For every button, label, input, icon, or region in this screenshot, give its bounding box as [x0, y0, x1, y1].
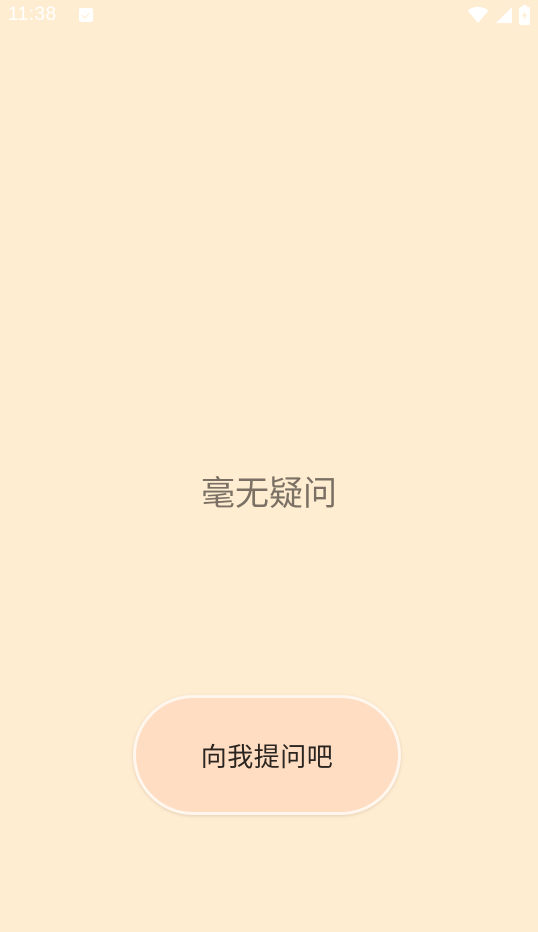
ask-question-button[interactable]: 向我提问吧	[133, 695, 401, 815]
cell-signal-icon	[496, 7, 512, 23]
battery-charging-icon	[519, 5, 530, 25]
ask-question-button-label: 向我提问吧	[200, 742, 334, 773]
status-bar: 11:38	[0, 0, 538, 30]
wifi-icon	[467, 6, 489, 23]
status-right	[467, 5, 530, 25]
status-time: 11:38	[8, 4, 57, 25]
empty-state-message: 毫无疑问	[201, 474, 337, 514]
notification-icon	[78, 8, 93, 22]
status-left: 11:38	[8, 4, 93, 26]
